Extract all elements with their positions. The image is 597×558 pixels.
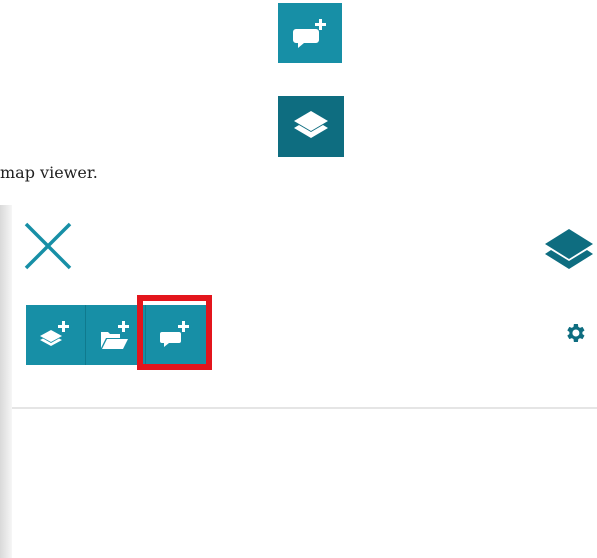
add-layer-icon [39,321,69,346]
add-comment-tile[interactable] [278,3,342,63]
layers-icon [294,110,328,138]
close-icon[interactable] [22,220,74,272]
panel-divider [12,407,597,409]
gear-icon[interactable] [563,321,587,345]
caption-text: map viewer. [0,163,98,182]
layers-icon[interactable] [543,227,595,277]
toolbar [26,305,206,365]
side-panel [0,205,597,558]
add-comment-icon [293,19,326,48]
layers-tile[interactable] [278,96,344,157]
add-comment-icon [160,321,189,347]
add-layer-button[interactable] [26,305,86,365]
panel-edge [0,205,12,558]
add-folder-button[interactable] [86,305,146,365]
add-folder-icon [100,321,129,349]
add-comment-button[interactable] [146,305,206,365]
